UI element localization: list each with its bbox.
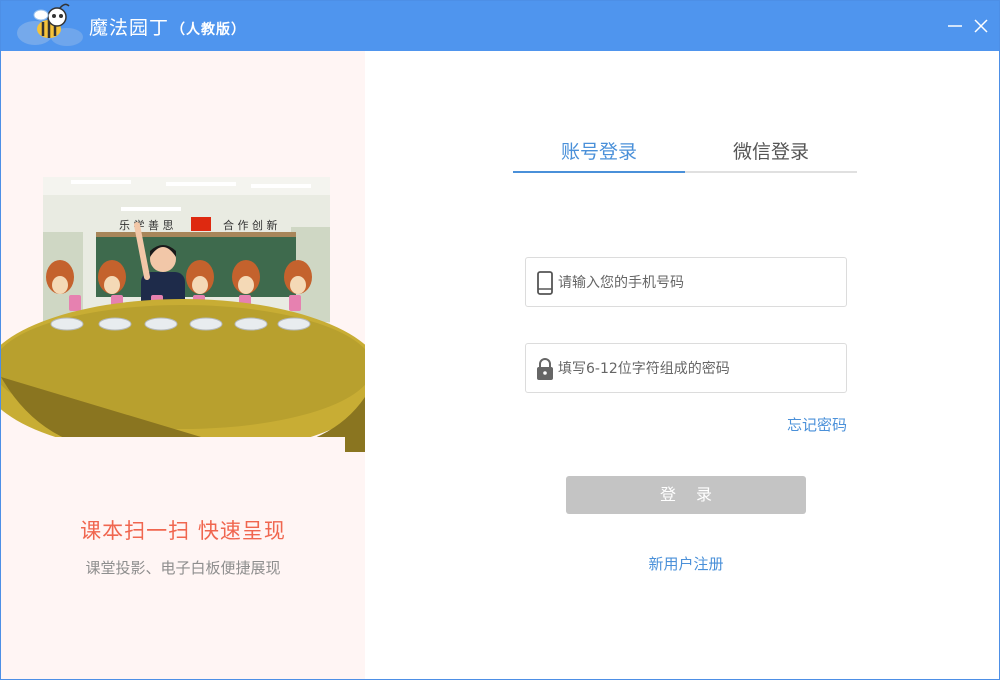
- app-name: 魔法园丁: [89, 17, 170, 39]
- password-field[interactable]: [525, 343, 847, 393]
- phone-field[interactable]: [525, 257, 847, 307]
- login-button[interactable]: 登录: [566, 476, 806, 514]
- close-icon[interactable]: [969, 14, 993, 38]
- app-edition: （人教版）: [171, 22, 247, 38]
- minimize-icon[interactable]: [943, 14, 967, 38]
- register-link[interactable]: 新用户注册: [613, 553, 759, 574]
- scene-banner-left: 乐 学 善 思: [119, 218, 174, 232]
- classroom-illustration: 乐 学 善 思 合 作 创 新: [1, 177, 365, 467]
- lock-icon: [537, 358, 553, 380]
- tab-wechat-login[interactable]: 微信登录: [685, 137, 857, 171]
- promo-panel: 乐 学 善 思 合 作 创 新 课本扫一扫 快速呈现 课堂投影、电子白板便捷展现: [1, 51, 365, 679]
- promo-subline: 课堂投影、电子白板便捷展现: [85, 559, 281, 577]
- mobile-phone-icon: [537, 271, 553, 295]
- login-window: 魔法园丁 （人教版） 乐 学 善 思 合 作 创 新 课本扫一扫 快速呈现 课堂…: [0, 0, 1000, 680]
- title-bar[interactable]: 魔法园丁 （人教版）: [1, 1, 999, 51]
- phone-input[interactable]: [558, 270, 838, 296]
- login-tabs: 账号登录 微信登录: [513, 137, 857, 173]
- scene-banner-right: 合 作 创 新: [223, 218, 278, 232]
- password-input[interactable]: [558, 356, 838, 382]
- forgot-password-link[interactable]: 忘记密码: [761, 414, 847, 435]
- app-title: 魔法园丁 （人教版）: [89, 13, 246, 40]
- tab-account-login[interactable]: 账号登录: [513, 137, 685, 173]
- bee-logo-icon: [17, 3, 83, 46]
- promo-headline: 课本扫一扫 快速呈现: [80, 519, 286, 543]
